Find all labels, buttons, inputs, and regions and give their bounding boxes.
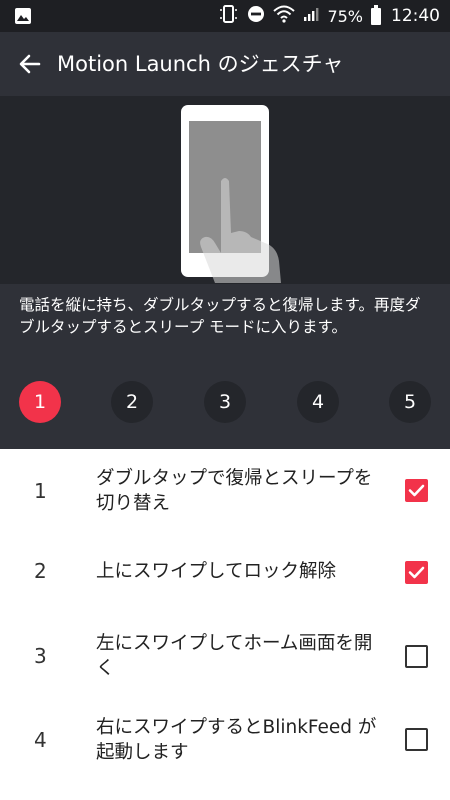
gesture-label: 上にスワイプしてロック解除: [96, 560, 336, 582]
gesture-row-3[interactable]: 3 左にスワイプしてホーム画面を開く: [0, 614, 450, 698]
step-2[interactable]: 2: [111, 381, 153, 423]
do-not-disturb-icon: [247, 5, 265, 27]
phone-vibrate-icon: [219, 4, 239, 28]
gesture-checkbox-4[interactable]: [405, 728, 428, 751]
gesture-illustration: [0, 96, 450, 284]
step-4[interactable]: 4: [297, 381, 339, 423]
description-panel: 電話を縦に持ち、ダブルタップすると復帰します。再度ダブルタップするとスリープ モ…: [0, 284, 450, 449]
gesture-label: 右にスワイプするとBlinkFeed が起動します: [96, 717, 377, 763]
back-button[interactable]: [10, 44, 50, 84]
signal-icon: [303, 6, 319, 26]
step-indicator: 1 2 3 4 5: [0, 381, 450, 425]
gesture-number: 1: [34, 479, 47, 503]
gesture-number: 4: [34, 728, 47, 752]
gesture-row-1[interactable]: 1 ダブルタップで復帰とスリープを切り替え: [0, 449, 450, 533]
gesture-checkbox-3[interactable]: [405, 645, 428, 668]
wifi-icon: [273, 5, 296, 27]
image-icon: [14, 7, 32, 29]
step-5[interactable]: 5: [389, 381, 431, 423]
status-bar: 75% 12:40: [0, 0, 450, 32]
app-bar: Motion Launch のジェスチャ: [0, 32, 450, 96]
gesture-checkbox-2[interactable]: [405, 561, 428, 584]
battery-icon: [371, 4, 381, 25]
battery-percent: 75%: [327, 6, 363, 26]
gesture-number: 2: [34, 559, 47, 583]
gesture-label: 左にスワイプしてホーム画面を開く: [96, 633, 373, 679]
step-1[interactable]: 1: [19, 381, 61, 423]
gesture-description: 電話を縦に持ち、ダブルタップすると復帰します。再度ダブルタップするとスリープ モ…: [19, 296, 421, 336]
gesture-label: ダブルタップで復帰とスリープを切り替え: [96, 468, 373, 514]
gesture-number: 3: [34, 644, 47, 668]
hand-tap-icon: [200, 178, 281, 283]
gesture-row-4[interactable]: 4 右にスワイプするとBlinkFeed が起動します: [0, 698, 450, 782]
step-3[interactable]: 3: [204, 381, 246, 423]
gesture-row-2[interactable]: 2 上にスワイプしてロック解除: [0, 533, 450, 617]
gesture-checkbox-1[interactable]: [405, 479, 428, 502]
clock: 12:40: [391, 6, 440, 26]
gesture-list: 1 ダブルタップで復帰とスリープを切り替え 2 上にスワイプしてロック解除 3 …: [0, 449, 450, 800]
arrow-left-icon: [19, 54, 41, 74]
page-title: Motion Launch のジェスチャ: [57, 52, 344, 76]
